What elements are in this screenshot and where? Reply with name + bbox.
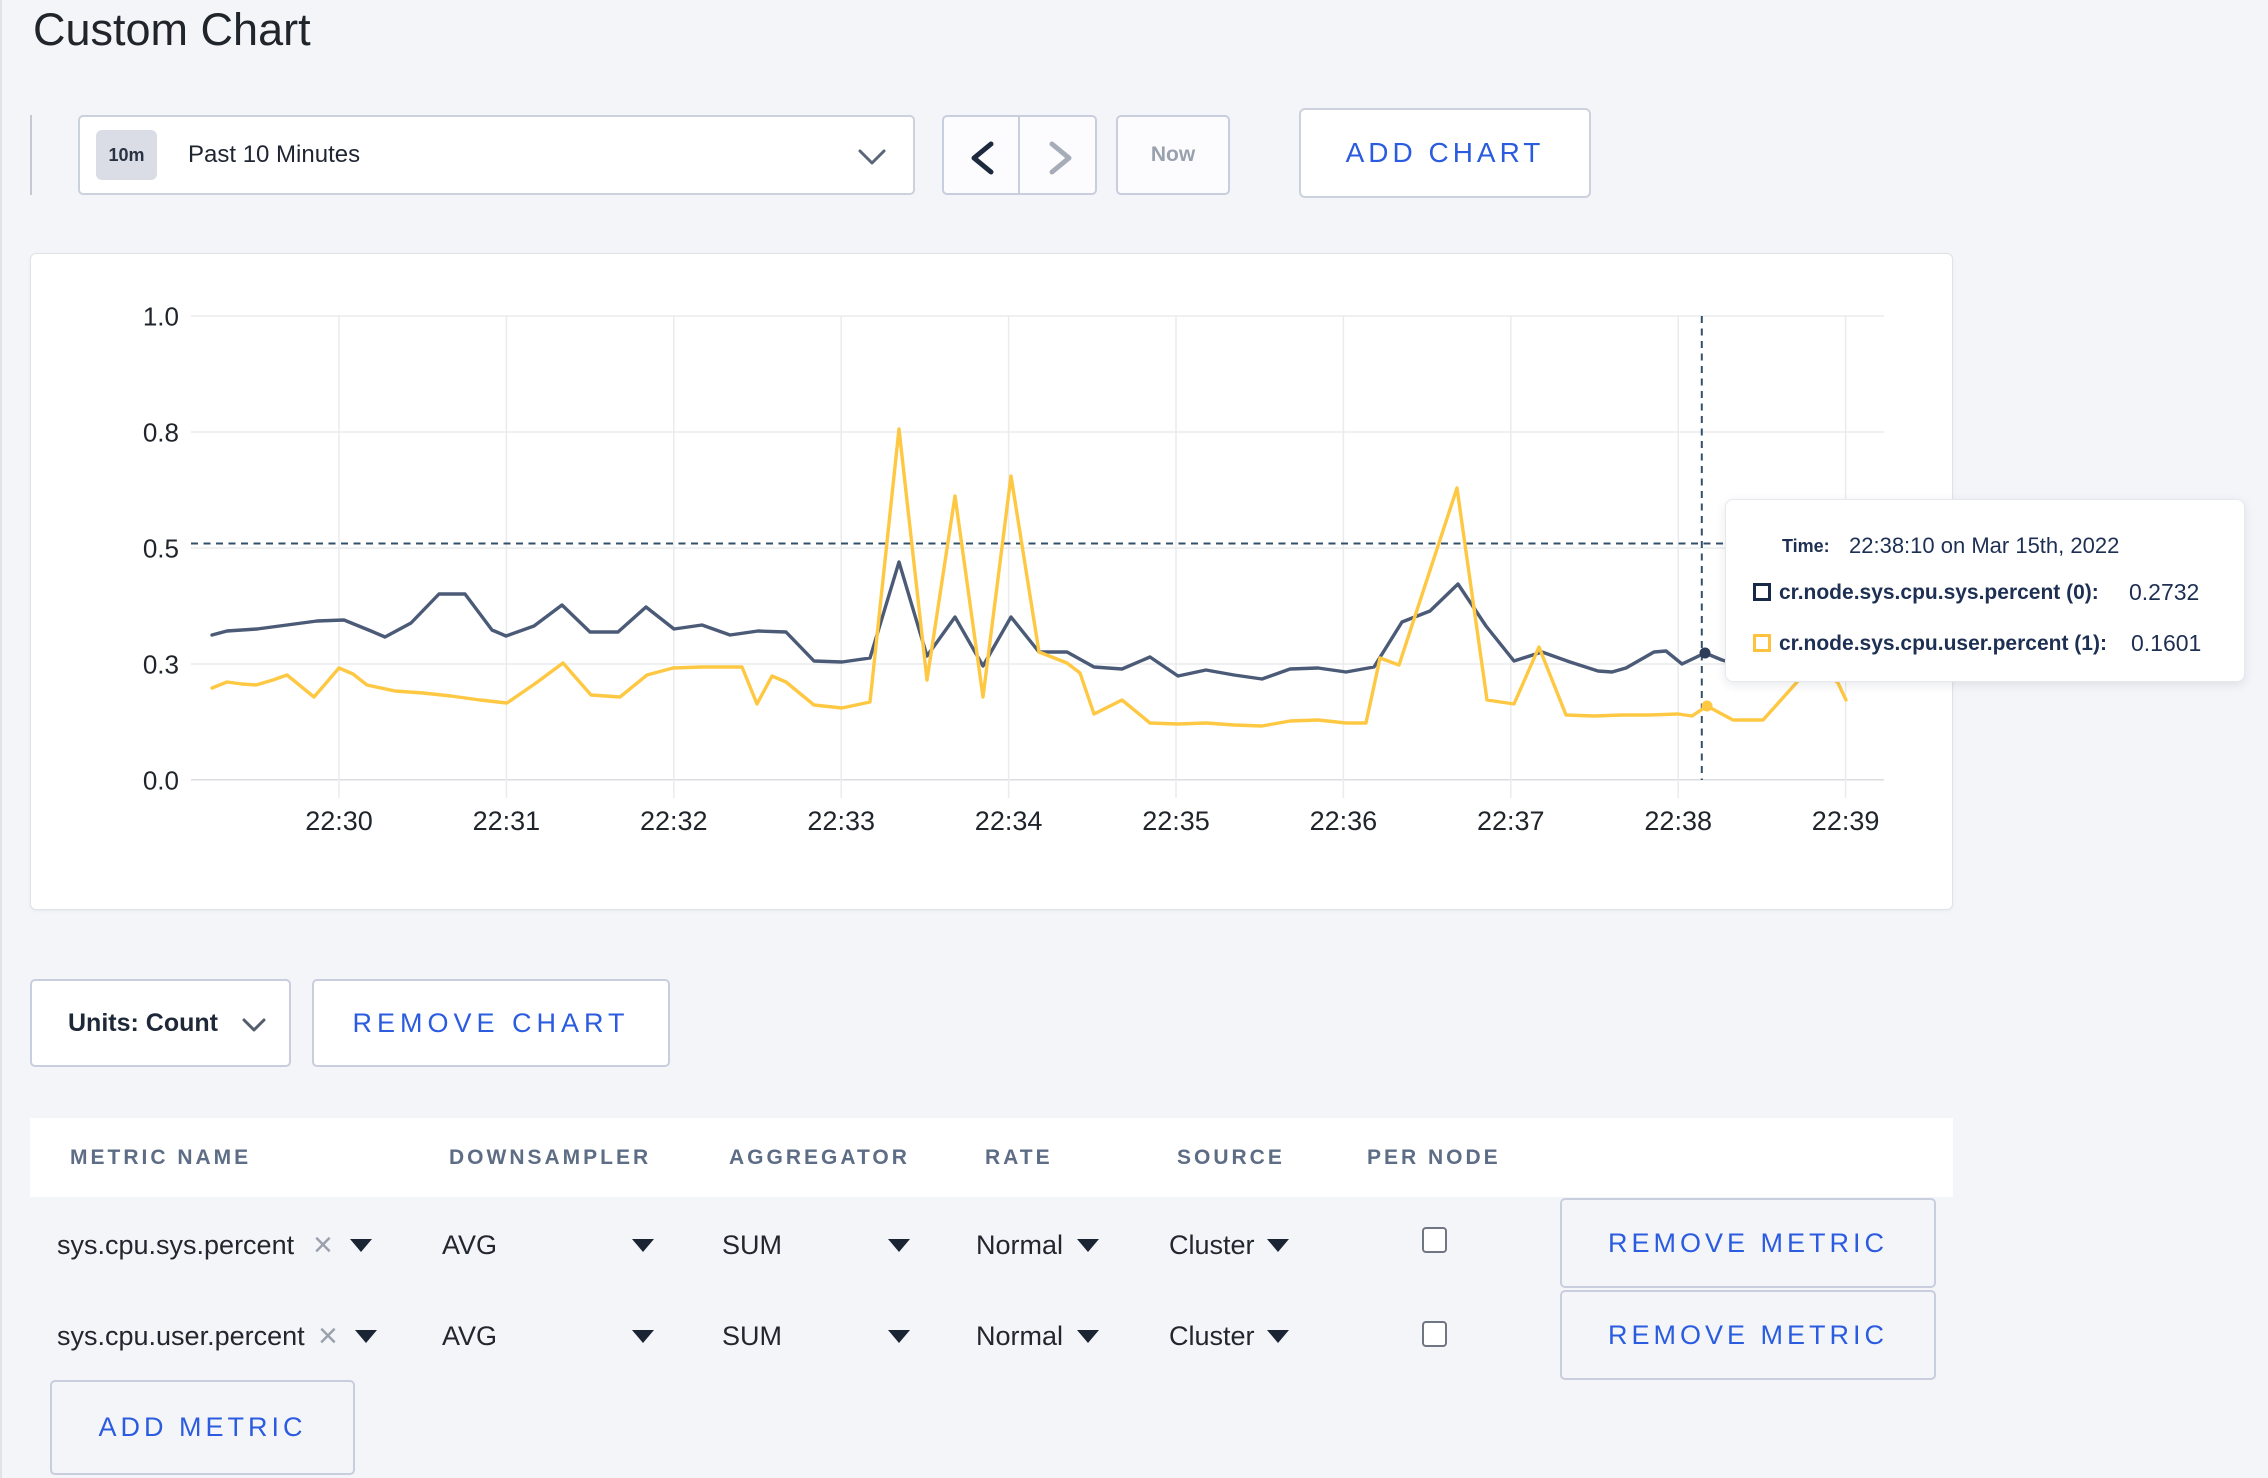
svg-text:22:33: 22:33 [807,806,875,836]
svg-text:22:34: 22:34 [975,806,1043,836]
svg-text:22:32: 22:32 [640,806,708,836]
svg-text:0.8: 0.8 [143,418,179,448]
svg-text:22:30: 22:30 [305,806,373,836]
svg-text:22:36: 22:36 [1310,806,1378,836]
svg-text:22:37: 22:37 [1477,806,1545,836]
svg-text:0.5: 0.5 [143,534,179,564]
svg-text:22:38: 22:38 [1644,806,1712,836]
svg-text:22:39: 22:39 [1812,806,1880,836]
svg-text:0.0: 0.0 [143,765,179,795]
svg-text:22:35: 22:35 [1142,806,1210,836]
svg-text:1.0: 1.0 [143,302,179,332]
svg-text:0.3: 0.3 [143,650,179,680]
svg-text:22:31: 22:31 [473,806,541,836]
